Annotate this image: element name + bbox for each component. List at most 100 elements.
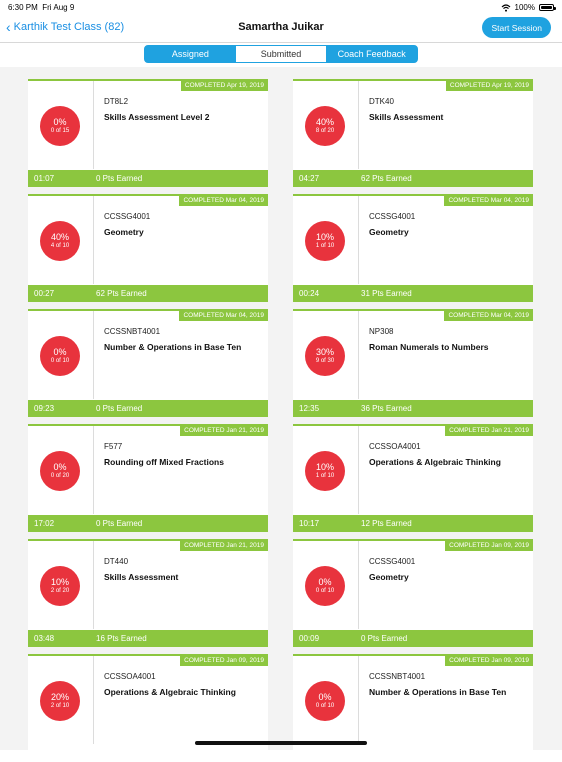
score-badge: 30% 9 of 30 [305,336,345,376]
score-column: 10% 1 of 10 [293,196,359,284]
assessment-code: DT8L2 [104,97,129,106]
assessment-card[interactable]: 0% 0 of 10 COMPLETED Jan 09, 2019 CCSSG4001… [293,539,533,647]
assessment-name: Skills Assessment [104,572,179,582]
score-count: 0 of 20 [50,473,70,479]
assessment-card[interactable]: 30% 9 of 30 COMPLETED Mar 04, 2019 NP308 Rom… [293,309,533,417]
assessment-card[interactable]: 10% 1 of 10 COMPLETED Jan 21, 2019 CCSSOA40… [293,424,533,532]
time-spent: 01:07 [34,174,55,183]
score-count: 0 of 10 [315,588,335,594]
time-spent: 04:27 [299,174,320,183]
assessment-code: CCSSG4001 [104,212,151,221]
assessment-code: DT440 [104,557,129,566]
score-percent: 10% [315,232,334,242]
score-count: 2 of 20 [50,588,70,594]
nav-divider [0,42,562,43]
assessment-code: CCSSNBT4001 [104,327,161,336]
assessment-code: F577 [104,442,123,451]
score-percent: 30% [315,347,334,357]
assessment-card[interactable]: 10% 1 of 10 COMPLETED Mar 04, 2019 CCSSG400… [293,194,533,302]
score-count: 0 of 10 [50,358,70,364]
assessment-code: CCSSOA4001 [369,442,421,451]
card-footer: 00:09 0 Pts Earned [293,630,533,647]
completed-tag: COMPLETED Jan 21, 2019 [445,426,533,436]
assessment-card[interactable]: 0% 0 of 15 COMPLETED Apr 19, 2019 DT8L2 Skil… [28,79,268,187]
assessment-name: Number & Operations in Base Ten [369,687,507,697]
score-count: 1 of 10 [315,243,335,249]
score-count: 9 of 30 [315,358,335,364]
card-footer: 01:07 0 Pts Earned [28,170,268,187]
points-earned: 16 Pts Earned [96,634,147,643]
score-percent: 0% [318,577,332,587]
score-count: 8 of 20 [315,128,335,134]
assessment-card[interactable]: 20% 2 of 10 COMPLETED Jan 09, 2019 CCSSOA40… [28,654,268,762]
score-column: 0% 0 of 10 [293,541,359,629]
time-spent: 12:35 [299,404,320,413]
score-badge: 0% 0 of 10 [305,566,345,606]
points-earned: 62 Pts Earned [96,289,147,298]
assessment-name: Skills Assessment [369,112,444,122]
card-footer: 12:35 36 Pts Earned [293,400,533,417]
tab-coach-feedback[interactable]: Coach Feedback [326,46,417,62]
tab-submitted[interactable]: Submitted [235,46,327,62]
score-count: 0 of 15 [50,128,70,134]
completed-tag: COMPLETED Mar 04, 2019 [444,196,533,206]
assessment-card[interactable]: 0% 0 of 10 COMPLETED Jan 09, 2019 CCSSNBT40… [293,654,533,762]
wifi-icon [501,3,510,12]
assessment-name: Geometry [369,572,409,582]
score-badge: 20% 2 of 10 [40,681,80,721]
score-percent: 40% [315,117,334,127]
score-column: 0% 0 of 10 [293,656,359,744]
points-earned: 31 Pts Earned [361,289,412,298]
status-time: 6:30 PM Fri Aug 9 [8,3,75,12]
score-count: 2 of 10 [50,703,70,709]
home-indicator [195,741,367,745]
completed-tag: COMPLETED Mar 04, 2019 [444,311,533,321]
assessment-card[interactable]: 40% 4 of 10 COMPLETED Mar 04, 2019 CCSSG400… [28,194,268,302]
tab-assigned[interactable]: Assigned [145,46,236,62]
points-earned: 36 Pts Earned [361,404,412,413]
assessment-code: CCSSG4001 [369,557,416,566]
score-column: 10% 1 of 10 [293,426,359,514]
completed-tag: COMPLETED Jan 09, 2019 [445,656,533,666]
score-percent: 40% [50,232,69,242]
time-spent: 00:24 [299,289,320,298]
card-footer: 10:17 12 Pts Earned [293,515,533,532]
start-session-button[interactable]: Start Session [482,17,551,38]
assessment-card[interactable]: 40% 8 of 20 COMPLETED Apr 19, 2019 DTK40 Ski… [293,79,533,187]
navigation-bar: ‹ Karthik Test Class (82) Samartha Juika… [0,14,562,42]
score-badge: 40% 4 of 10 [40,221,80,261]
assessment-name: Rounding off Mixed Fractions [104,457,224,467]
score-column: 0% 0 of 20 [28,426,94,514]
card-footer: 00:27 62 Pts Earned [28,285,268,302]
assessment-code: CCSSOA4001 [104,672,156,681]
score-column: 40% 4 of 10 [28,196,94,284]
card-footer: 17:02 0 Pts Earned [28,515,268,532]
completed-tag: COMPLETED Mar 04, 2019 [179,311,268,321]
score-badge: 0% 0 of 10 [40,336,80,376]
card-footer: 03:48 16 Pts Earned [28,630,268,647]
time-spent: 09:23 [34,404,55,413]
time-spent: 17:02 [34,519,55,528]
assessment-name: Roman Numerals to Numbers [369,342,489,352]
score-percent: 0% [318,692,332,702]
score-percent: 0% [53,347,67,357]
assessment-card[interactable]: 0% 0 of 10 COMPLETED Mar 04, 2019 CCSSNBT40… [28,309,268,417]
battery-percent: 100% [514,3,535,12]
score-percent: 0% [53,117,67,127]
points-earned: 62 Pts Earned [361,174,412,183]
completed-tag: COMPLETED Apr 19, 2019 [180,81,268,91]
page-title: Samartha Juikar [238,21,324,33]
assessment-grid: 0% 0 of 15 COMPLETED Apr 19, 2019 DT8L2 Skil… [0,67,562,762]
assessment-code: CCSSG4001 [369,212,416,221]
battery-icon [539,4,556,11]
assessment-card[interactable]: 0% 0 of 20 COMPLETED Jan 21, 2019 F577 Round… [28,424,268,532]
score-badge: 40% 8 of 20 [305,106,345,146]
score-column: 10% 2 of 20 [28,541,94,629]
assessment-card[interactable]: 10% 2 of 20 COMPLETED Jan 21, 2019 DT440 Ski… [28,539,268,647]
points-earned: 0 Pts Earned [96,519,143,528]
score-badge: 10% 1 of 10 [305,451,345,491]
assessment-name: Geometry [104,227,144,237]
completed-tag: COMPLETED Jan 09, 2019 [180,656,268,666]
score-count: 0 of 10 [315,703,335,709]
assessment-name: Skills Assessment Level 2 [104,112,210,122]
